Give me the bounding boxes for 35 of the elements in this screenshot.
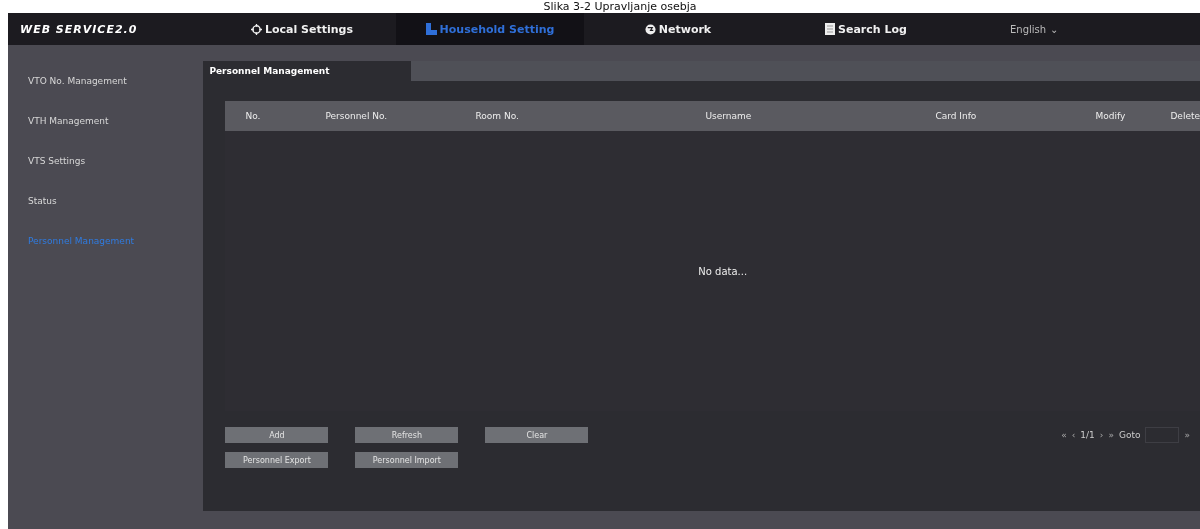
language-select[interactable]: English ⌄ bbox=[1010, 23, 1059, 35]
last-page-button[interactable]: » bbox=[1108, 430, 1114, 440]
sidebar-item[interactable]: VTH Management bbox=[8, 101, 192, 141]
globe-icon bbox=[644, 23, 656, 35]
column-header: Card Info bbox=[934, 111, 978, 121]
goto-label: Goto bbox=[1118, 430, 1141, 440]
nav-tab[interactable]: Household Setting bbox=[396, 13, 584, 45]
column-header: Personnel No. bbox=[324, 111, 389, 121]
first-page-button[interactable]: « bbox=[1061, 430, 1067, 440]
action-button[interactable]: Personnel Export bbox=[225, 452, 329, 468]
action-button[interactable]: Add bbox=[225, 427, 329, 443]
gear-icon bbox=[250, 23, 262, 35]
column-header: Username bbox=[704, 111, 753, 121]
next-page-button[interactable]: › bbox=[1099, 430, 1104, 440]
go-button[interactable]: » bbox=[1184, 430, 1190, 440]
sidebar-item[interactable]: VTS Settings bbox=[8, 141, 192, 181]
column-header: Room No. bbox=[474, 111, 520, 121]
previous-page-button[interactable]: ‹ bbox=[1071, 430, 1076, 440]
action-button[interactable]: Clear bbox=[485, 427, 589, 443]
column-header: No. bbox=[244, 111, 262, 121]
action-button[interactable]: Refresh bbox=[355, 427, 459, 443]
page-indicator: 1/1 bbox=[1080, 430, 1095, 440]
nav-tab[interactable]: Local Settings bbox=[208, 13, 396, 45]
nav-tab[interactable]: Search Log bbox=[772, 13, 960, 45]
document-icon bbox=[825, 23, 836, 35]
empty-message: No data... bbox=[698, 265, 748, 277]
column-header: Modify bbox=[1094, 111, 1127, 121]
sidebar-item[interactable]: Status bbox=[8, 181, 192, 221]
column-header: Delete bbox=[1169, 111, 1200, 121]
sidebar-item[interactable]: VTO No. Management bbox=[8, 61, 192, 101]
tab[interactable]: Personnel Management bbox=[203, 61, 412, 81]
brand-logo: WEB SERVICE2.0 bbox=[19, 22, 139, 36]
figure-caption: Slika 3-2 Upravljanje osebja bbox=[543, 0, 697, 13]
action-button[interactable]: Personnel Import bbox=[355, 452, 459, 468]
nav-tab[interactable]: Network bbox=[584, 13, 772, 45]
